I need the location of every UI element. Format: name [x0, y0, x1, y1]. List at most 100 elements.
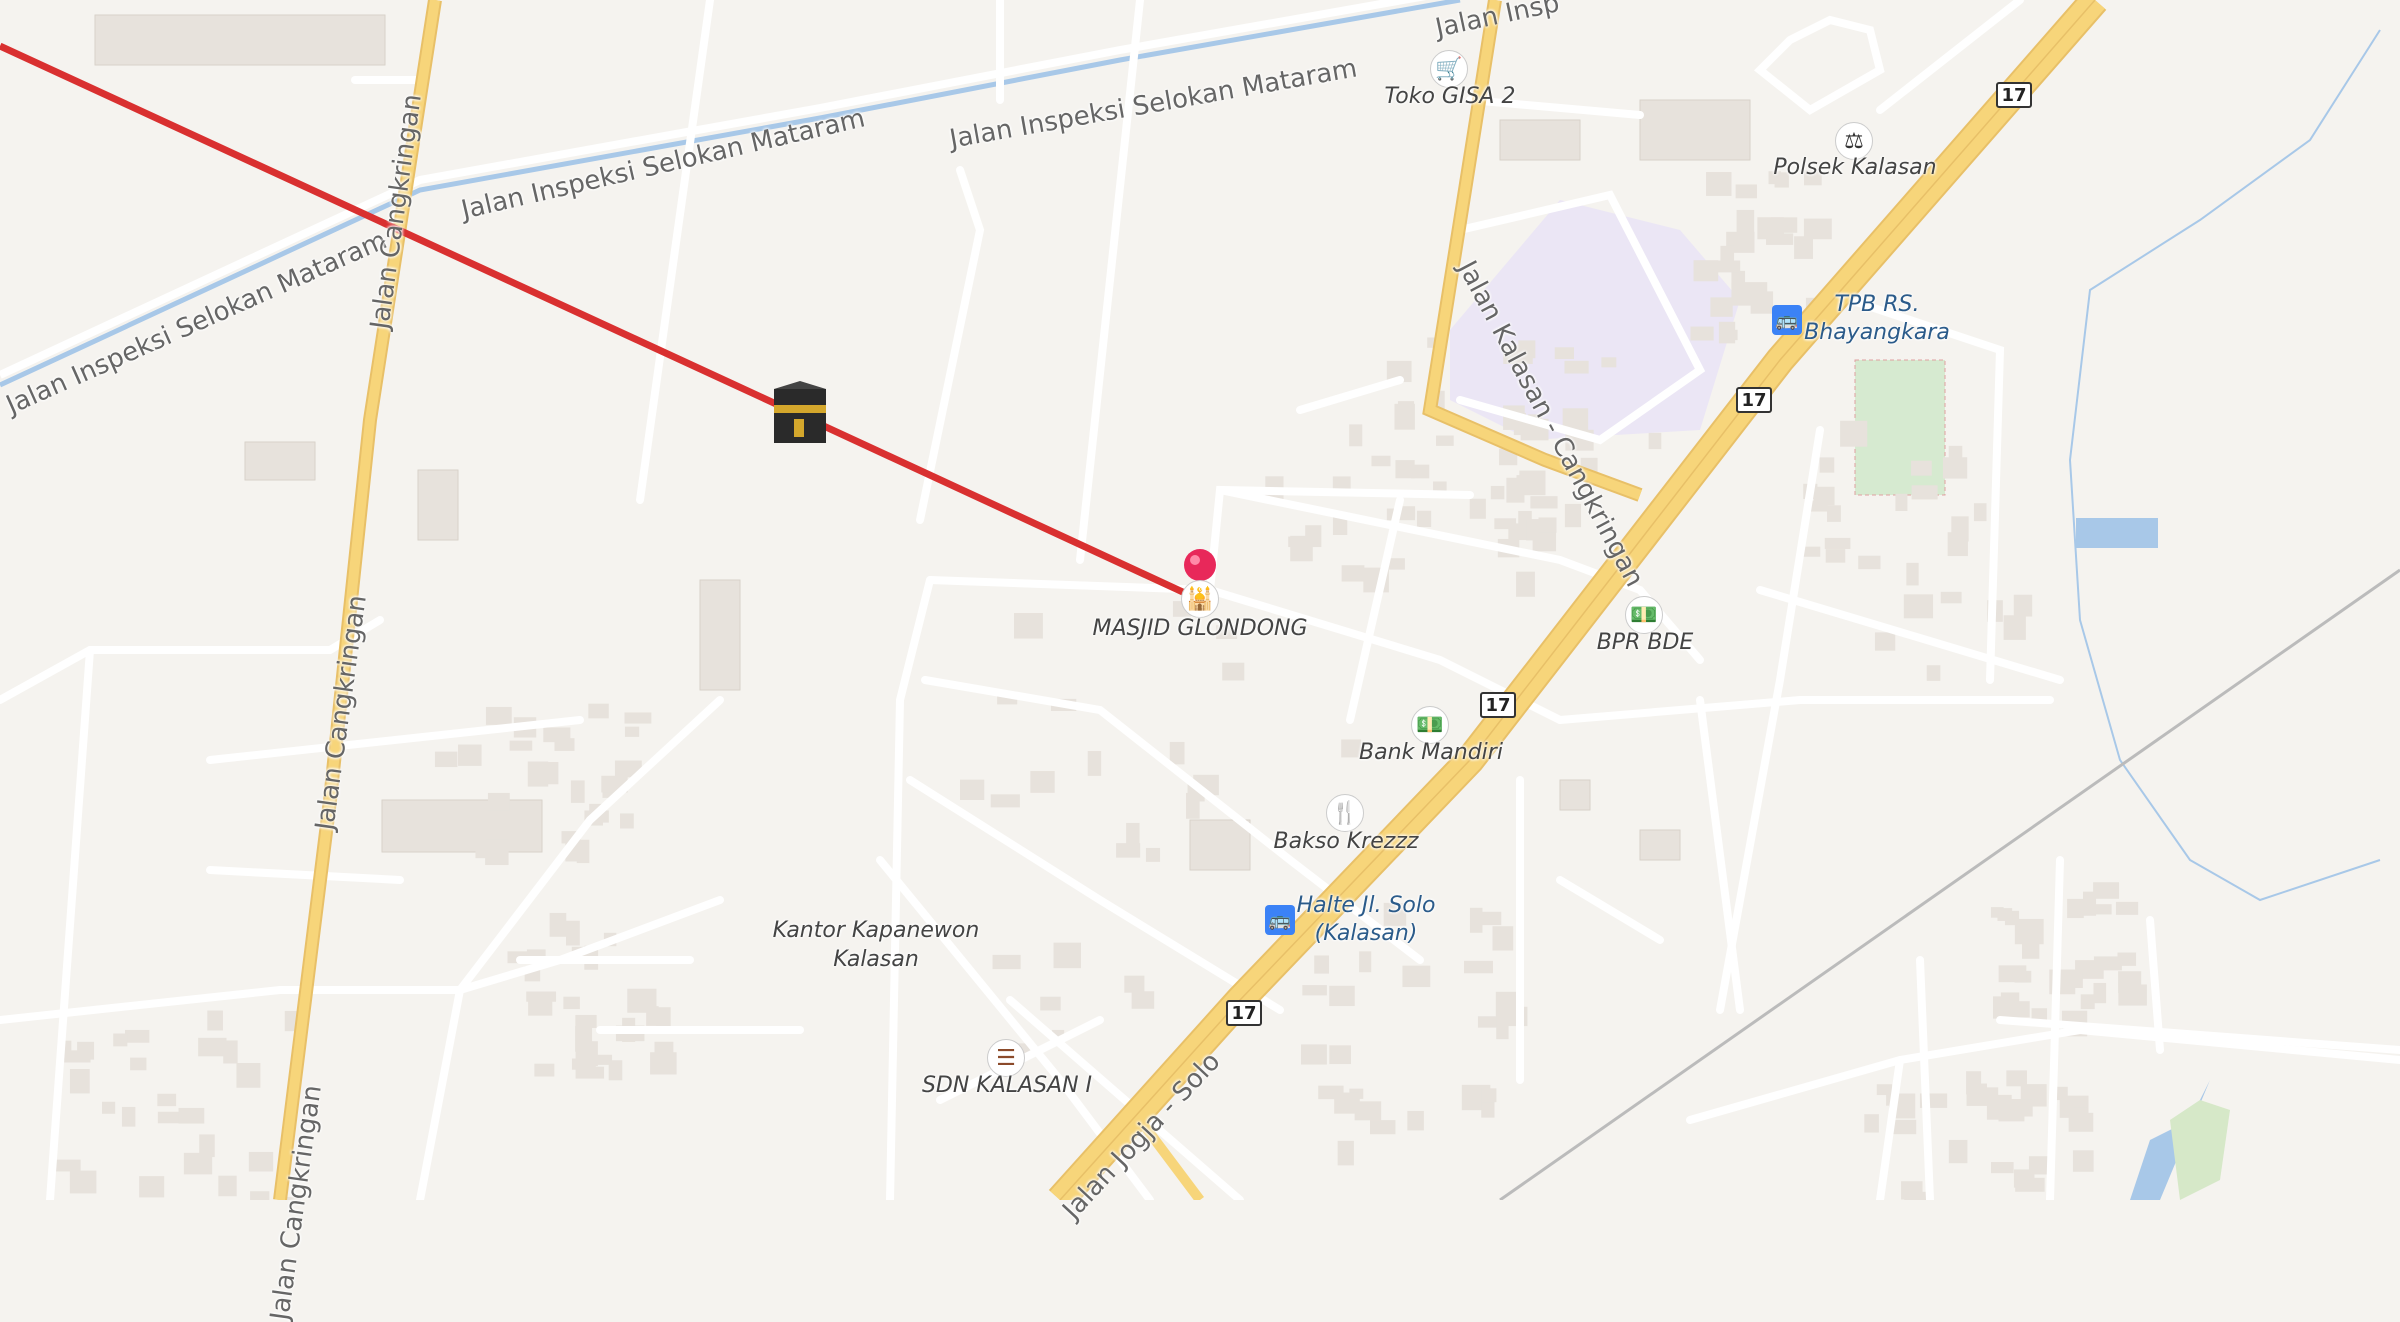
building	[1794, 236, 1813, 259]
building	[1903, 594, 1934, 619]
poi-label-toko-gisa[interactable]: Toko GISA 2	[1385, 84, 1516, 109]
poi-label-masjid-glondong[interactable]: MASJID GLONDONG	[1092, 616, 1307, 641]
building	[2014, 918, 2044, 945]
building	[575, 1014, 597, 1028]
building	[588, 703, 609, 719]
building	[1222, 662, 1245, 681]
bus-stop-icon[interactable]: 🚌	[1265, 905, 1295, 935]
poi-label-bakso-krezzz[interactable]: Bakso Krezzz	[1274, 829, 1419, 854]
poi-label-kantor-1[interactable]: Kantor Kapanewon	[773, 918, 980, 943]
building	[1690, 326, 1714, 341]
building	[1824, 537, 1851, 549]
building	[1997, 908, 2013, 921]
shopping-basket-icon[interactable]: 🛒	[1430, 50, 1468, 88]
building	[1337, 1140, 1354, 1166]
poi-label-bpr-bde[interactable]: BPR BDE	[1597, 630, 1694, 655]
kaaba-icon	[774, 381, 826, 443]
building	[1813, 486, 1835, 506]
building	[1332, 476, 1351, 489]
mosque-icon[interactable]: 🕌	[1181, 580, 1219, 618]
building	[1318, 1085, 1344, 1100]
building	[2068, 972, 2083, 988]
poi-label-sdn-kalasan[interactable]: SDN KALASAN I	[922, 1073, 1092, 1098]
building	[1477, 1016, 1497, 1028]
building	[1516, 475, 1533, 490]
poi-label-bank-mandiri[interactable]: Bank Mandiri	[1359, 740, 1503, 765]
building	[1416, 510, 1432, 527]
building	[1648, 432, 1662, 450]
building	[198, 1037, 227, 1057]
building	[1876, 1084, 1893, 1096]
building	[1494, 518, 1517, 530]
building	[1554, 347, 1574, 360]
building	[1331, 1049, 1345, 1061]
pond	[2076, 518, 2158, 548]
building	[1757, 217, 1784, 240]
building	[608, 1060, 623, 1081]
building	[2028, 1156, 2050, 1175]
building	[1735, 184, 1757, 199]
building	[1874, 632, 1896, 651]
building	[1314, 955, 1329, 974]
building	[1371, 455, 1391, 467]
building	[2013, 594, 2033, 617]
building	[1407, 1110, 1424, 1131]
bank-icon[interactable]: 💵	[1411, 706, 1449, 744]
school-icon[interactable]: ☰	[987, 1039, 1025, 1077]
building	[1993, 996, 2011, 1019]
building	[960, 779, 985, 800]
building	[554, 738, 575, 751]
building	[656, 1007, 671, 1030]
building	[1911, 460, 1932, 476]
building	[549, 912, 567, 937]
building	[1904, 1191, 1927, 1200]
building	[1481, 1088, 1497, 1103]
building	[570, 780, 585, 803]
building	[1464, 960, 1493, 974]
bus-stop-icon[interactable]: 🚌	[1772, 305, 1802, 335]
building	[1349, 424, 1363, 447]
building	[1014, 613, 1043, 639]
building	[1827, 505, 1841, 522]
building	[458, 744, 482, 766]
bank-icon[interactable]: 💵	[1625, 596, 1663, 634]
building	[563, 996, 580, 1010]
restaurant-icon[interactable]: 🍴	[1326, 794, 1364, 832]
route-shield-17: 17	[1480, 692, 1516, 718]
building	[627, 988, 657, 1013]
building	[485, 839, 509, 866]
building	[1895, 493, 1908, 512]
building	[485, 706, 512, 725]
building	[1706, 172, 1732, 196]
building	[1986, 1094, 2012, 1120]
poi-label-halte-1[interactable]: Halte Jl. Solo	[1297, 893, 1436, 918]
building	[1948, 1139, 1968, 1164]
building	[526, 991, 557, 1002]
poi-label-halte-2[interactable]: (Kalasan)	[1315, 921, 1418, 946]
poi-label-tpb-rs-2[interactable]: Bhayangkara	[1804, 320, 1950, 345]
building	[1966, 1083, 1987, 1106]
railway	[1499, 568, 2400, 1200]
building	[509, 740, 533, 751]
building	[1710, 297, 1733, 317]
building	[207, 1010, 223, 1031]
building	[69, 1170, 97, 1194]
building	[124, 1029, 150, 1043]
building	[236, 1063, 261, 1088]
building	[2068, 1112, 2094, 1132]
poi-label-tpb-rs[interactable]: TPB RS.	[1834, 292, 1919, 317]
building	[434, 751, 458, 768]
building	[624, 726, 640, 737]
building	[1564, 360, 1589, 374]
building	[2117, 952, 2137, 966]
poi-label-kantor-2[interactable]: Kalasan	[833, 947, 919, 972]
building	[218, 1175, 237, 1197]
building	[157, 1111, 183, 1124]
building	[1720, 245, 1735, 264]
poi-label-polsek-kalasan[interactable]: Polsek Kalasan	[1773, 155, 1936, 180]
building	[1469, 907, 1483, 933]
building	[620, 813, 634, 829]
building	[1496, 1015, 1509, 1040]
building	[1040, 996, 1061, 1011]
building	[1940, 591, 1962, 604]
